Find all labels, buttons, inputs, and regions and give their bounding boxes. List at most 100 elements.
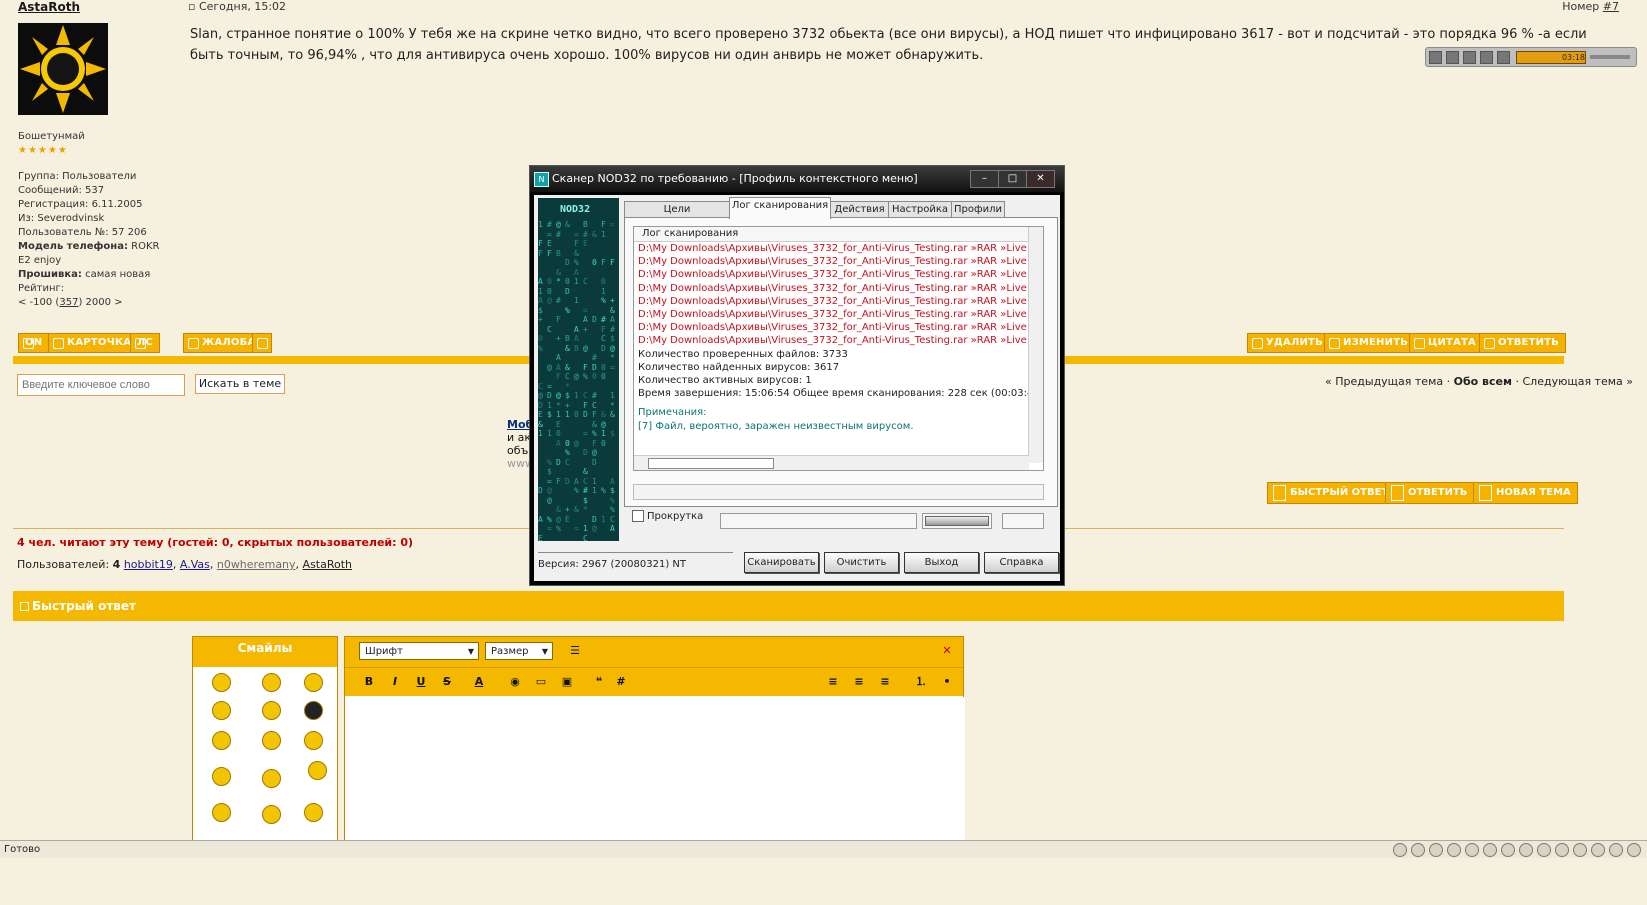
status-icon[interactable]: [1465, 843, 1479, 857]
quote-button[interactable]: ЦИТАТА: [1409, 333, 1483, 353]
bullet-list-icon[interactable]: •: [939, 674, 955, 690]
post-author[interactable]: AstaRoth: [18, 0, 80, 14]
smile-laugh-icon[interactable]: [262, 701, 281, 720]
collapse-icon[interactable]: [20, 602, 29, 611]
scroll-up-button[interactable]: [252, 333, 272, 353]
status-icon[interactable]: [1411, 843, 1425, 857]
post-number-link[interactable]: #7: [1603, 0, 1619, 13]
scan-button[interactable]: Сканировать: [744, 552, 819, 573]
status-icon[interactable]: [1573, 843, 1587, 857]
status-icon[interactable]: [1591, 843, 1605, 857]
smile-tongue-icon[interactable]: [212, 767, 231, 786]
smile-happy-icon[interactable]: [262, 673, 281, 692]
status-icon[interactable]: [1429, 843, 1443, 857]
smile-wave-icon[interactable]: [304, 803, 323, 822]
font-select[interactable]: Шрифт: [359, 642, 479, 661]
code-icon[interactable]: #: [613, 674, 629, 690]
player-next-icon[interactable]: [1497, 51, 1510, 64]
user-link[interactable]: A.Vas: [180, 558, 210, 571]
autoscroll-checkbox-row[interactable]: Прокрутка: [632, 510, 703, 522]
quick-reply-button[interactable]: БЫСТРЫЙ ОТВЕТ: [1267, 482, 1396, 504]
maximize-icon[interactable]: □: [998, 170, 1027, 188]
reply-bottom-button[interactable]: ОТВЕТИТЬ: [1385, 482, 1475, 504]
log-column-header[interactable]: Лог сканирования: [634, 227, 1043, 242]
ordered-list-icon[interactable]: ⒈: [913, 674, 929, 690]
edit-button[interactable]: ИЗМЕНИТЬ: [1324, 333, 1416, 353]
status-icon[interactable]: [1393, 843, 1407, 857]
online-status-button[interactable]: ON: [18, 333, 50, 353]
user-link[interactable]: n0wheremany: [217, 558, 296, 571]
reply-textarea[interactable]: [345, 697, 965, 843]
smile-angry-icon[interactable]: [212, 701, 231, 720]
player-play-icon[interactable]: [1429, 51, 1442, 64]
bold-icon[interactable]: B: [361, 674, 377, 690]
link-icon[interactable]: ◉: [507, 674, 523, 690]
italic-icon[interactable]: I: [387, 674, 403, 690]
status-icon[interactable]: [1627, 843, 1641, 857]
smile-grin-icon[interactable]: [304, 673, 323, 692]
reply-button[interactable]: ОТВЕТИТЬ: [1479, 333, 1567, 353]
status-icon[interactable]: [1555, 843, 1569, 857]
smile-ninja-icon[interactable]: [304, 701, 323, 720]
clean-button[interactable]: Очистить: [824, 552, 899, 573]
close-editor-icon[interactable]: ✕: [939, 643, 955, 659]
player-pause-icon[interactable]: [1446, 51, 1459, 64]
player-stop-icon[interactable]: [1463, 51, 1476, 64]
underline-icon[interactable]: U: [413, 674, 429, 690]
status-icon[interactable]: [1483, 843, 1497, 857]
tab-scan-targets[interactable]: Цели сканирования: [624, 201, 730, 231]
player-volume-slider[interactable]: [1590, 55, 1630, 59]
strike-icon[interactable]: S: [439, 674, 455, 690]
close-icon[interactable]: ✕: [1026, 170, 1055, 188]
report-button[interactable]: ЖАЛОБА: [183, 333, 263, 353]
email-icon[interactable]: ▭: [533, 674, 549, 690]
scan-log-list[interactable]: Лог сканирования D:\My Downloads\Архивы\…: [633, 226, 1044, 471]
smile-headphones-icon[interactable]: [304, 731, 323, 750]
rating-value-link[interactable]: 357: [59, 297, 78, 308]
quote-icon[interactable]: ❝: [591, 674, 607, 690]
autoscroll-checkbox[interactable]: [632, 510, 644, 522]
next-topic-link[interactable]: Следующая тема »: [1522, 375, 1633, 388]
status-icon[interactable]: [1609, 843, 1623, 857]
forum-link[interactable]: Обо всем: [1454, 375, 1512, 388]
pm-button[interactable]: ЛС: [130, 333, 161, 353]
tab-profiles[interactable]: Профили: [951, 201, 1005, 218]
status-icon[interactable]: [1501, 843, 1515, 857]
smile-wink-icon[interactable]: [262, 731, 281, 750]
user-card-button[interactable]: КАРТОЧКА: [48, 333, 139, 353]
status-icon[interactable]: [1519, 843, 1533, 857]
align-left-icon[interactable]: ≡: [825, 674, 841, 690]
topic-search-button[interactable]: Искать в теме: [195, 374, 285, 394]
scroll-thumb[interactable]: [648, 458, 774, 469]
align-center-icon[interactable]: ≡: [851, 674, 867, 690]
nod32-titlebar[interactable]: N Сканер NOD32 по требованию - [Профиль …: [530, 166, 1064, 192]
smile-surprised-icon[interactable]: [308, 761, 327, 780]
user-link[interactable]: hobbit19: [124, 558, 173, 571]
smile-blush-icon[interactable]: [212, 803, 231, 822]
text-color-icon[interactable]: A: [471, 674, 487, 690]
media-player[interactable]: 03:18: [1425, 47, 1637, 67]
topic-search-input[interactable]: [17, 374, 185, 396]
player-prev-icon[interactable]: [1480, 51, 1493, 64]
tab-scan-log[interactable]: Лог сканирования: [729, 197, 831, 219]
align-right-icon[interactable]: ≡: [877, 674, 893, 690]
tab-actions[interactable]: Действия: [830, 201, 889, 218]
indent-icon[interactable]: ☰: [567, 643, 583, 659]
status-icon[interactable]: [1537, 843, 1551, 857]
smile-sad-icon[interactable]: [212, 673, 231, 692]
smile-hat-icon[interactable]: [262, 769, 281, 788]
quick-reply-header[interactable]: Быстрый ответ: [13, 591, 1564, 621]
minimize-icon[interactable]: –: [970, 170, 999, 188]
image-icon[interactable]: ▣: [559, 674, 575, 690]
new-topic-button[interactable]: НОВАЯ ТЕМА: [1473, 482, 1578, 504]
smile-cool-icon[interactable]: [212, 731, 231, 750]
size-select[interactable]: Размер: [485, 642, 553, 661]
help-button[interactable]: Справка: [984, 552, 1059, 573]
smile-clap-icon[interactable]: [262, 805, 281, 824]
status-icon[interactable]: [1447, 843, 1461, 857]
delete-button[interactable]: УДАЛИТЬ: [1247, 333, 1330, 353]
tab-settings[interactable]: Настройка: [888, 201, 952, 218]
prev-topic-link[interactable]: « Предыдущая тема: [1325, 375, 1443, 388]
log-horizontal-scrollbar[interactable]: [634, 455, 1029, 470]
log-vertical-scrollbar[interactable]: [1028, 227, 1043, 463]
